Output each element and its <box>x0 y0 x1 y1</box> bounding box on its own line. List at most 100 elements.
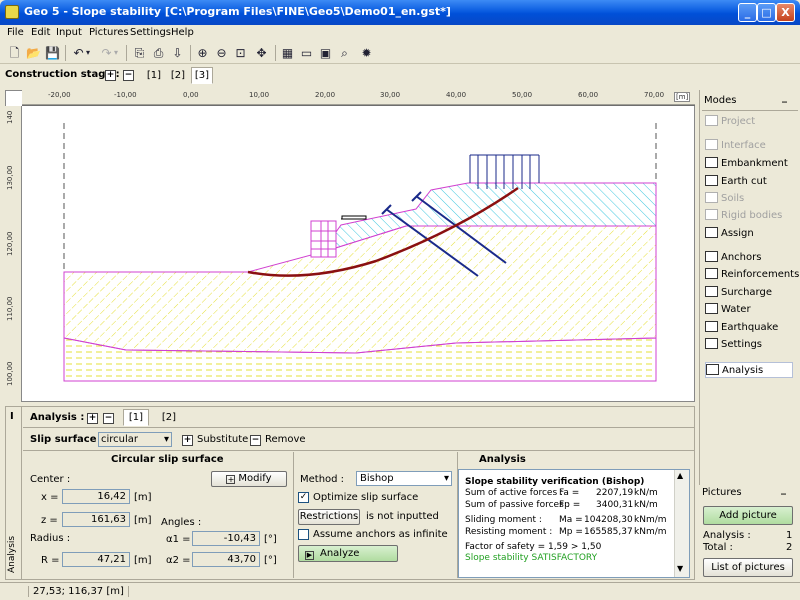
results-box: Slope stability verification (Bishop) Su… <box>458 469 690 578</box>
settings-sun-icon[interactable]: ✹ <box>358 45 375 61</box>
radius-field[interactable]: 47,21 <box>62 552 130 567</box>
mode-earthquake[interactable]: Earthquake <box>705 320 793 336</box>
zoom-out-icon[interactable]: ⊖ <box>213 45 230 61</box>
anchors-infinite-checkbox[interactable] <box>298 529 309 540</box>
construction-stage-bar: Construction stage : + − [1] [2] [3] <box>0 65 800 85</box>
menu-bar: File Edit Input Pictures Settings Help <box>0 25 800 42</box>
new-file-icon[interactable]: 🗋 <box>6 45 23 61</box>
assign-icon <box>705 227 718 238</box>
menu-help[interactable]: Help <box>171 27 194 38</box>
method-select[interactable]: Bishop ▾ <box>356 471 452 486</box>
stage-tab-3[interactable]: [3] <box>191 67 213 84</box>
mode-reinforcements[interactable]: Reinforcements <box>705 267 799 283</box>
undo-dropdown-icon[interactable]: ▾ <box>84 45 92 61</box>
alpha1-field[interactable]: -10,43 <box>192 531 260 546</box>
center-z-field[interactable]: 161,63 <box>62 512 130 527</box>
substitute-icon[interactable]: + <box>182 435 193 446</box>
pin-icon[interactable]: I <box>10 411 14 422</box>
optimize-label: Optimize slip surface <box>313 492 419 503</box>
drawing-canvas[interactable] <box>5 90 695 402</box>
analyze-button[interactable]: ▶ Analyze <box>298 545 398 562</box>
scroll-up-icon[interactable]: ▲ <box>677 471 683 480</box>
alpha2-field[interactable]: 43,70 <box>192 552 260 567</box>
mode-assign[interactable]: Assign <box>705 226 793 242</box>
slip-surface-select[interactable]: circular ▾ <box>98 432 172 447</box>
export-icon[interactable]: ⇩ <box>169 45 186 61</box>
results-title: Analysis <box>479 454 526 465</box>
toolbar <box>0 42 800 64</box>
zoom-extents-icon[interactable]: ⌕ <box>336 45 353 61</box>
menu-pictures[interactable]: Pictures <box>89 27 129 38</box>
minimize-button[interactable]: _ <box>738 3 757 22</box>
results-heading: Slope stability verification (Bishop) <box>465 477 645 487</box>
status-bar: 27,53; 116,37 [m] <box>0 582 800 600</box>
copy-icon[interactable]: ⎘ <box>131 45 148 61</box>
remove-icon[interactable]: − <box>250 435 261 446</box>
mode-earth-cut[interactable]: Earth cut <box>705 174 793 190</box>
menu-edit[interactable]: Edit <box>31 27 50 38</box>
menu-file[interactable]: File <box>7 27 24 38</box>
menu-settings[interactable]: Settings <box>130 27 171 38</box>
mode-embankment[interactable]: Embankment <box>705 156 793 172</box>
grid-icon[interactable]: ▦ <box>279 45 296 61</box>
list-of-pictures-button[interactable]: List of pictures <box>703 558 793 577</box>
add-stage-icon[interactable]: + <box>105 70 116 81</box>
collapse-icon[interactable]: _ <box>782 92 787 103</box>
modes-panel: Modes _ Project Interface Embankment Ear… <box>699 90 800 485</box>
collapse-icon[interactable]: _ <box>781 484 786 495</box>
mode-water[interactable]: Water <box>705 302 793 318</box>
z-unit: [m] <box>134 515 152 526</box>
zoom-in-icon[interactable]: ⊕ <box>194 45 211 61</box>
sliding-moment-unit: kNm/m <box>634 515 667 525</box>
mode-label: Project <box>721 116 756 127</box>
analysis-vertical-tab[interactable]: Analysis <box>7 536 17 573</box>
maximize-button[interactable]: □ <box>757 3 776 22</box>
active-forces-label: Sum of active forces : <box>465 488 564 498</box>
analysis-tab-1[interactable]: [1] <box>123 409 149 426</box>
alpha2-unit: [°] <box>264 555 277 566</box>
stage-tab-2[interactable]: [2] <box>167 67 189 84</box>
scroll-down-icon[interactable]: ▼ <box>677 564 683 573</box>
add-analysis-icon[interactable]: + <box>87 413 98 424</box>
close-button[interactable]: X <box>776 3 795 22</box>
print-icon[interactable]: ⎙ <box>150 45 167 61</box>
soils-icon <box>705 192 718 203</box>
r-unit: [m] <box>134 555 152 566</box>
remove-stage-icon[interactable]: − <box>123 70 134 81</box>
remove-button[interactable]: Remove <box>265 434 306 445</box>
total-count: 2 <box>786 542 793 553</box>
main-soil-layer[interactable] <box>63 225 657 354</box>
z-label: z = <box>41 515 58 526</box>
add-picture-button[interactable]: Add picture <box>703 506 793 525</box>
fit-icon[interactable]: ▭ <box>298 45 315 61</box>
open-folder-icon[interactable]: 📂 <box>25 45 42 61</box>
total-count-label: Total : <box>703 542 733 553</box>
substitute-button[interactable]: Substitute <box>197 434 248 445</box>
mode-settings[interactable]: Settings <box>705 337 793 353</box>
results-scrollbar[interactable]: ▲ ▼ <box>674 470 689 577</box>
retaining-wall[interactable] <box>310 220 337 258</box>
y-tick: 100,00 <box>6 361 14 387</box>
restrictions-status: is not inputted <box>366 511 439 522</box>
zoom-window-icon[interactable]: ⊡ <box>232 45 249 61</box>
menu-input[interactable]: Input <box>56 27 82 38</box>
save-icon[interactable]: 💾 <box>44 45 61 61</box>
active-forces-value: 2207,19 <box>596 488 634 498</box>
mode-label: Reinforcements <box>721 269 800 280</box>
modify-button[interactable]: + Modify <box>211 471 287 487</box>
mode-anchors[interactable]: Anchors <box>705 250 793 266</box>
view-icon[interactable]: ▣ <box>317 45 334 61</box>
center-x-field[interactable]: 16,42 <box>62 489 130 504</box>
remove-analysis-icon[interactable]: − <box>103 413 114 424</box>
mode-surcharge[interactable]: Surcharge <box>705 285 793 301</box>
stage-tab-1[interactable]: [1] <box>143 67 165 84</box>
optimize-checkbox[interactable]: ✓ <box>298 492 309 503</box>
mode-label: Settings <box>721 339 763 350</box>
surcharge-icon <box>705 286 718 297</box>
restrictions-button[interactable]: Restrictions <box>298 509 360 525</box>
analysis-tab-2[interactable]: [2] <box>156 409 182 426</box>
pan-icon[interactable]: ✥ <box>253 45 270 61</box>
mode-label: Analysis <box>722 365 764 376</box>
vertical-ruler: 140 130,00 120,00 110,00 100,00 <box>5 106 22 402</box>
mode-analysis[interactable]: Analysis <box>705 362 793 378</box>
